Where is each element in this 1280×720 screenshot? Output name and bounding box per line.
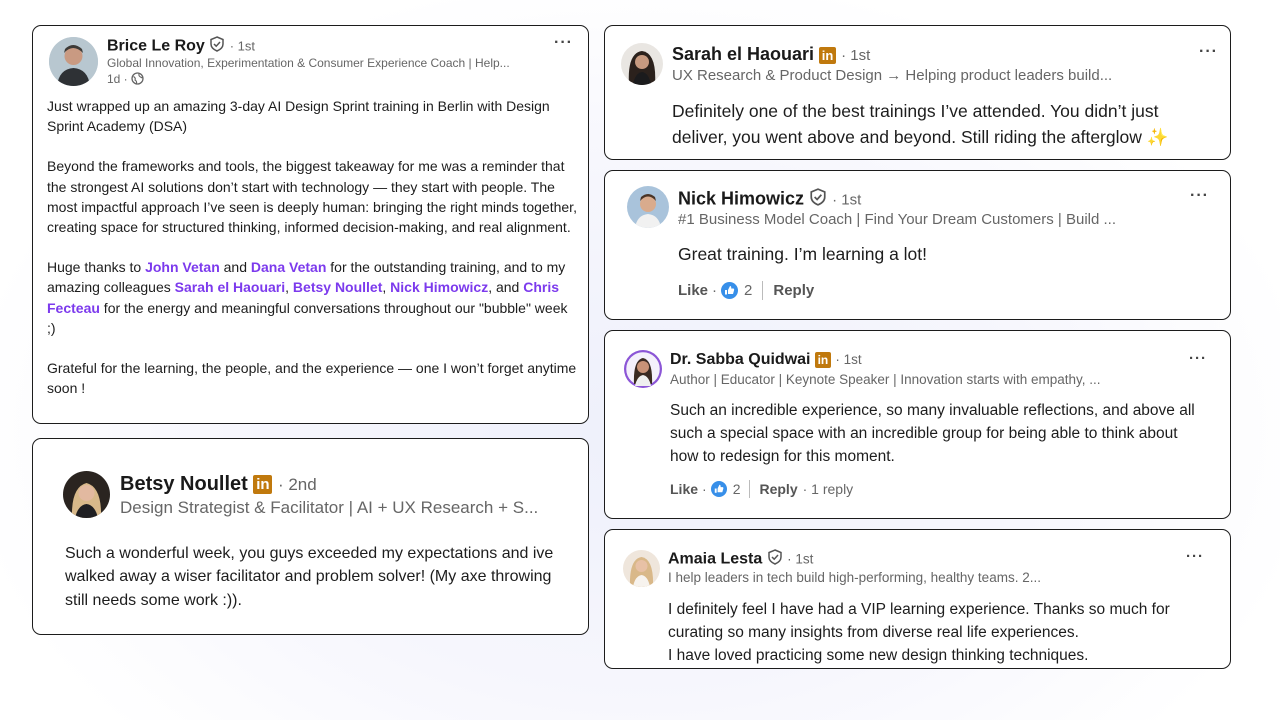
post-meta: 1d ·	[107, 72, 144, 88]
comment-card: Amaia Lesta · 1st I help leaders in tech…	[604, 529, 1231, 669]
mention-link[interactable]: Nick Himowicz	[390, 279, 488, 295]
commenter-avatar[interactable]	[624, 350, 662, 388]
author-name[interactable]: Brice Le Roy	[107, 38, 205, 55]
connection-degree: · 1st	[835, 352, 862, 367]
commenter-name[interactable]: Amaia Lesta	[668, 551, 762, 568]
reply-count[interactable]: · 1 reply	[803, 481, 854, 497]
commenter-avatar[interactable]	[623, 550, 660, 587]
comment-actions: Like · 2 Reply	[678, 281, 814, 300]
comment-text-line: I have loved practicing some new design …	[668, 647, 1089, 664]
comment-text: Great training. I’m learning a lot!	[678, 244, 928, 264]
author-avatar[interactable]	[49, 37, 98, 86]
comment-text-line: I definitely feel I have had a VIP learn…	[668, 601, 1170, 641]
reply-button[interactable]: Reply	[773, 282, 814, 299]
comment-card: Nick Himowicz · 1st #1 Business Model Co…	[604, 170, 1231, 320]
separator-dot: ·	[712, 282, 718, 299]
connection-degree: · 1st	[841, 47, 871, 64]
comment-text: Such a wonderful week, you guys exceeded…	[65, 545, 554, 609]
text-run: ,	[285, 279, 293, 296]
post-paragraph: Just wrapped up an amazing 3-day AI Desi…	[47, 98, 550, 135]
connection-degree: · 1st	[229, 38, 256, 54]
more-options-icon[interactable]: ···	[1190, 188, 1209, 204]
mention-link[interactable]: Betsy Noullet	[293, 279, 382, 295]
post-card: Brice Le Roy · 1st Global Innovation, Ex…	[32, 25, 589, 424]
like-count: 2	[744, 282, 753, 299]
commenter-avatar[interactable]	[627, 186, 669, 228]
like-button[interactable]: Like	[678, 282, 708, 299]
commenter-header: Amaia Lesta · 1st	[668, 549, 813, 570]
sparkles-icon: ✨	[1146, 126, 1169, 147]
comment-text: Such an incredible experience, so many i…	[670, 402, 1195, 465]
post-paragraph: Huge thanks to John Vetan and Dana Vetan…	[47, 257, 579, 338]
post-paragraph: Beyond the frameworks and tools, the big…	[47, 158, 577, 236]
like-reaction-icon	[721, 282, 739, 299]
text-run: Huge thanks to	[47, 259, 146, 276]
commenter-name[interactable]: Betsy Noullet	[120, 473, 248, 495]
commenter-name[interactable]: Nick Himowicz	[678, 188, 804, 208]
author-header: Brice Le Roy · 1st	[107, 36, 255, 57]
more-options-icon[interactable]: ···	[554, 35, 573, 51]
commenter-header: Sarah el Haouari in · 1st	[672, 44, 870, 65]
commenter-headline: Author | Educator | Keynote Speaker | In…	[670, 372, 1101, 387]
globe-icon	[131, 72, 144, 88]
author-headline: Global Innovation, Experimentation & Con…	[107, 56, 510, 70]
comment-actions: Like · 2 Reply · 1 reply	[670, 480, 853, 498]
text-run: , and	[488, 279, 524, 296]
commenter-header: Betsy Noullet in · 2nd	[120, 473, 317, 496]
post-time: 1d ·	[107, 72, 128, 87]
like-button[interactable]: Like	[670, 481, 698, 497]
connection-degree: · 1st	[787, 551, 814, 567]
comment-text: I definitely feel I have had a VIP learn…	[668, 598, 1218, 667]
verified-icon	[809, 188, 827, 211]
more-options-icon[interactable]: ···	[1186, 549, 1204, 564]
mention-link[interactable]: Sarah el Haouari	[175, 279, 286, 295]
mention-link[interactable]: Dana Vetan	[251, 259, 326, 275]
divider	[749, 480, 751, 498]
linkedin-premium-icon: in	[253, 475, 273, 495]
comment-text-run: Definitely one of the best trainings I’v…	[672, 101, 1159, 147]
commenter-name[interactable]: Dr. Sabba Quidwai	[670, 351, 810, 368]
comment-card: Betsy Noullet in · 2nd Design Strategist…	[32, 438, 589, 635]
comment-card: Sarah el Haouari in · 1st UX Research & …	[604, 25, 1231, 160]
verified-icon	[209, 36, 225, 57]
commenter-header: Nick Himowicz · 1st	[678, 188, 861, 211]
commenter-header: Dr. Sabba Quidwai in · 1st	[670, 351, 862, 369]
post-paragraph: Grateful for the learning, the people, a…	[47, 360, 577, 397]
verified-icon	[767, 549, 783, 570]
commenter-avatar[interactable]	[621, 43, 663, 85]
post-body: Just wrapped up an amazing 3-day AI Desi…	[47, 96, 579, 398]
text-run: for the energy and meaningful conversati…	[47, 299, 568, 336]
commenter-headline: Design Strategist & Facilitator | AI + U…	[120, 498, 539, 517]
like-count: 2	[732, 481, 741, 497]
commenter-headline: #1 Business Model Coach | Find Your Drea…	[678, 211, 1116, 228]
divider	[762, 281, 764, 300]
linkedin-premium-icon: in	[814, 351, 831, 368]
more-options-icon[interactable]: ···	[1199, 44, 1218, 60]
comment-card: Dr. Sabba Quidwai in · 1st Author | Educ…	[604, 330, 1231, 519]
connection-degree: · 2nd	[277, 475, 317, 494]
like-reaction-icon	[710, 481, 727, 497]
commenter-avatar[interactable]	[63, 471, 110, 518]
separator-dot: ·	[702, 481, 707, 497]
linkedin-premium-icon: in	[819, 46, 837, 64]
mention-link[interactable]: John Vetan	[145, 259, 220, 275]
text-run: and	[219, 259, 251, 276]
text-run: ,	[382, 279, 391, 296]
commenter-headline: I help leaders in tech build high-perfor…	[668, 570, 1041, 585]
comment-text: Definitely one of the best trainings I’v…	[672, 99, 1212, 150]
reply-button[interactable]: Reply	[759, 481, 797, 497]
connection-degree: · 1st	[832, 191, 862, 209]
commenter-name[interactable]: Sarah el Haouari	[672, 44, 814, 64]
commenter-headline: UX Research & Product Design → Helping p…	[672, 67, 1113, 84]
more-options-icon[interactable]: ···	[1189, 351, 1207, 366]
